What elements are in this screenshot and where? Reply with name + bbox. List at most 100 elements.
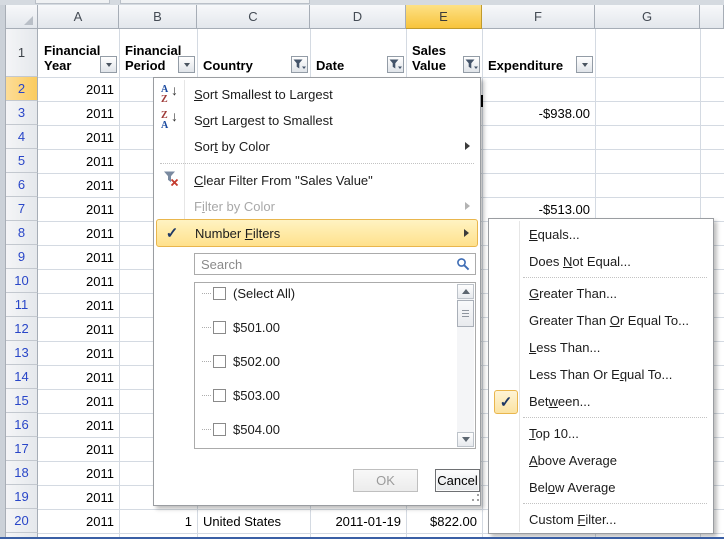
cell-a7[interactable]: 2011 <box>39 198 119 221</box>
cell-a19[interactable]: 2011 <box>39 486 119 509</box>
value-label: $503.00 <box>226 388 280 403</box>
cell-a2[interactable]: 2011 <box>39 78 119 101</box>
column-header-b[interactable]: B <box>119 5 197 29</box>
cell-a10[interactable]: 2011 <box>39 270 119 293</box>
row-header-18[interactable]: 18 <box>6 461 38 485</box>
menu-item-below-average[interactable]: Below Average <box>491 474 711 501</box>
row-header-2[interactable]: 2 <box>6 77 38 101</box>
row-header-4[interactable]: 4 <box>6 125 38 149</box>
row-header-1[interactable]: 1 <box>6 29 38 77</box>
row-header-6[interactable]: 6 <box>6 173 38 197</box>
row-header-16[interactable]: 16 <box>6 413 38 437</box>
value-checkbox[interactable] <box>213 321 226 334</box>
filter-value-item-501-00[interactable]: $501.00 <box>195 319 475 336</box>
cell-a20[interactable]: 2011 <box>39 510 119 533</box>
filter-button-financial-period[interactable] <box>178 56 195 73</box>
search-icon[interactable] <box>456 257 471 272</box>
filter-value-item-503-00[interactable]: $503.00 <box>195 387 475 404</box>
cell-a15[interactable]: 2011 <box>39 390 119 413</box>
menu-item-less-than-or-equal-to[interactable]: Less Than Or Equal To... <box>491 361 711 388</box>
resize-grip[interactable] <box>472 499 474 501</box>
menu-item-between[interactable]: ✓Between... <box>491 388 711 415</box>
cell-a6[interactable]: 2011 <box>39 174 119 197</box>
menu-item-custom-filter[interactable]: Custom Filter... <box>491 506 711 533</box>
scroll-down-button[interactable] <box>457 432 474 447</box>
filter-value-item-502-00[interactable]: $502.00 <box>195 353 475 370</box>
cell-a17[interactable]: 2011 <box>39 438 119 461</box>
column-header-a[interactable]: A <box>38 5 119 29</box>
column-header-d[interactable]: D <box>310 5 406 29</box>
cell-a13[interactable]: 2011 <box>39 342 119 365</box>
menu-item-clear-filter-from-sales-value[interactable]: Clear Filter From "Sales Value" <box>156 167 478 193</box>
menu-item-greater-than-or-equal-to[interactable]: Greater Than Or Equal To... <box>491 307 711 334</box>
search-input[interactable] <box>194 253 476 275</box>
cell-a3[interactable]: 2011 <box>39 102 119 125</box>
row-header-8[interactable]: 8 <box>6 221 38 245</box>
column-header-f[interactable]: F <box>482 5 595 29</box>
menu-item-greater-than[interactable]: Greater Than... <box>491 280 711 307</box>
row-header-11[interactable]: 11 <box>6 293 38 317</box>
filter-button-financial-year[interactable] <box>100 56 117 73</box>
cell-a8[interactable]: 2011 <box>39 222 119 245</box>
filter-button-country[interactable] <box>291 56 308 73</box>
label-pre: Sor <box>194 139 214 154</box>
cell-a14[interactable]: 2011 <box>39 366 119 389</box>
menu-item-filter-by-color: Filter by Color <box>156 193 478 219</box>
cell-d20[interactable]: 2011-01-19 <box>311 510 406 533</box>
checkmark-icon: ✓ <box>166 226 179 241</box>
cell-a16[interactable]: 2011 <box>39 414 119 437</box>
row-header-3[interactable]: 3 <box>6 101 38 125</box>
menu-separator <box>523 503 707 504</box>
row-header-19[interactable]: 19 <box>6 485 38 509</box>
scrollbar-thumb[interactable] <box>457 300 474 327</box>
filter-button-sales-value[interactable] <box>463 56 480 73</box>
row-header-14[interactable]: 14 <box>6 365 38 389</box>
list-scrollbar[interactable] <box>457 284 474 447</box>
cell-a4[interactable]: 2011 <box>39 126 119 149</box>
select-all-corner[interactable] <box>6 5 38 29</box>
row-header-15[interactable]: 15 <box>6 389 38 413</box>
menu-item-less-than[interactable]: Less Than... <box>491 334 711 361</box>
value-checkbox[interactable] <box>213 423 226 436</box>
filter-value-item-select-all[interactable]: (Select All) <box>195 285 475 302</box>
cell-c20[interactable]: United States <box>198 510 310 533</box>
menu-item-sort-largest-to-smallest[interactable]: ZA↓Sort Largest to Smallest <box>156 107 478 133</box>
menu-item-equals[interactable]: Equals... <box>491 221 711 248</box>
filter-button-expenditure[interactable] <box>576 56 593 73</box>
row-header-9[interactable]: 9 <box>6 245 38 269</box>
row-header-7[interactable]: 7 <box>6 197 38 221</box>
menu-item-sort-by-color[interactable]: Sort by Color <box>156 133 478 159</box>
column-header-c[interactable]: C <box>197 5 310 29</box>
menu-item-does-not-equal[interactable]: Does Not Equal... <box>491 248 711 275</box>
filter-value-item-504-00[interactable]: $504.00 <box>195 421 475 438</box>
column-header-e[interactable]: E <box>406 5 482 29</box>
cell-e20[interactable]: $822.00 <box>407 510 482 533</box>
menu-item-sort-smallest-to-largest[interactable]: AZ↓Sort Smallest to Largest <box>156 81 478 107</box>
filter-button-date[interactable] <box>387 56 404 73</box>
cell-b20[interactable]: 1 <box>120 510 197 533</box>
value-checkbox[interactable] <box>213 287 226 300</box>
row-header-5[interactable]: 5 <box>6 149 38 173</box>
column-header-g[interactable]: G <box>595 5 700 29</box>
row-header-20[interactable]: 20 <box>6 509 38 533</box>
cell-a11[interactable]: 2011 <box>39 294 119 317</box>
column-header-partial[interactable] <box>700 5 724 29</box>
cell-f3[interactable]: -$938.00 <box>483 102 595 125</box>
row-header-13[interactable]: 13 <box>6 341 38 365</box>
cell-a12[interactable]: 2011 <box>39 318 119 341</box>
menu-item-above-average[interactable]: Above Average <box>491 447 711 474</box>
cell-a18[interactable]: 2011 <box>39 462 119 485</box>
menu-item-number-filters[interactable]: ✓Number Filters <box>156 219 478 247</box>
label-post: r Equal To... <box>620 313 689 328</box>
excel-worksheet-window: ABCDEFG 1234567891011121314151617181920 … <box>0 0 724 539</box>
scroll-up-button[interactable] <box>457 284 474 299</box>
value-checkbox[interactable] <box>213 389 226 402</box>
row-header-12[interactable]: 12 <box>6 317 38 341</box>
menu-item-top-10[interactable]: Top 10... <box>491 420 711 447</box>
row-header-10[interactable]: 10 <box>6 269 38 293</box>
row-header-17[interactable]: 17 <box>6 437 38 461</box>
cell-a9[interactable]: 2011 <box>39 246 119 269</box>
cancel-button[interactable]: Cancel <box>435 469 480 492</box>
cell-a5[interactable]: 2011 <box>39 150 119 173</box>
value-checkbox[interactable] <box>213 355 226 368</box>
